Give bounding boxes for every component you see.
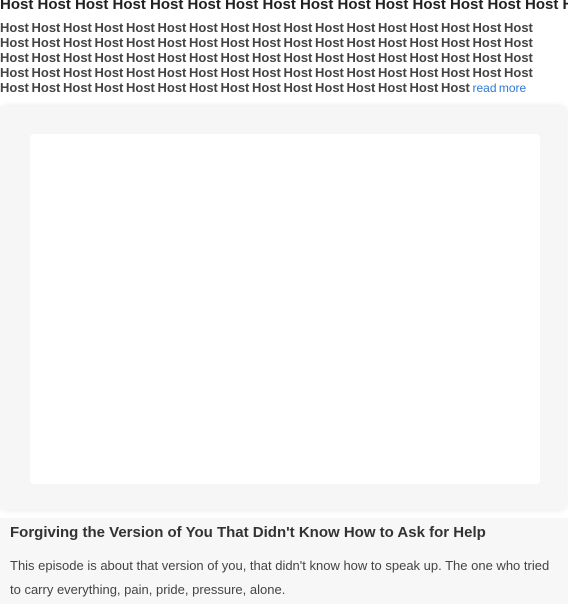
host-title-line: Host Host Host Host Host Host Host Host … [0, 0, 568, 13]
episode-title[interactable]: Forgiving the Version of You That Didn't… [10, 524, 486, 541]
page: Host Host Host Host Host Host Host Host … [0, 0, 568, 604]
media-player-card [0, 106, 566, 510]
episode-section: Forgiving the Version of You That Didn't… [0, 518, 568, 604]
episode-description: This episode is about that version of yo… [10, 558, 550, 597]
read-more-link[interactable]: read more [473, 81, 527, 95]
show-description-text: Host Host Host Host Host Host Host Host … [0, 20, 533, 95]
media-player-frame[interactable] [30, 134, 540, 484]
show-description: Host Host Host Host Host Host Host Host … [0, 20, 560, 96]
